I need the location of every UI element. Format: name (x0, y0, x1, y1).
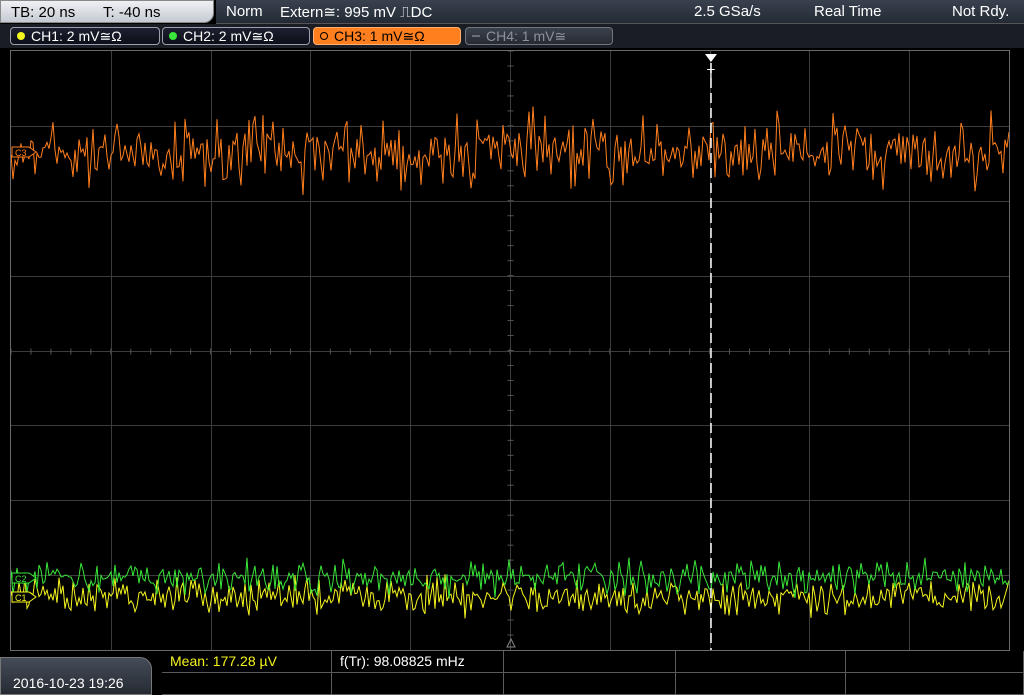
status-bar: TB: 20 ns T: -40 ns Norm Extern≅: 995 mV… (0, 0, 1024, 24)
ch1-marker[interactable]: C1 (11, 591, 37, 603)
ch3-marker[interactable]: C3 (11, 146, 37, 158)
bottom-bar: 2016-10-23 19:26 Mean: 177.28 µV f(Tr): … (0, 651, 1024, 695)
acquisition-status: Not Rdy. (952, 3, 1010, 20)
channel-tabs: CH1: 2 mV≅Ω CH2: 2 mV≅Ω CH3: 1 mV≅Ω CH4:… (0, 24, 1024, 48)
ch4-tab[interactable]: CH4: 1 mV≅ (465, 27, 613, 45)
measurement-table[interactable]: Mean: 177.28 µV f(Tr): 98.08825 mHz (162, 651, 1024, 695)
datetime: 2016-10-23 19:26 (13, 675, 124, 691)
ch3-tab[interactable]: CH3: 1 mV≅Ω (313, 27, 461, 45)
waveform-plot: T C3 C2 C1 (11, 51, 1009, 650)
mean-measurement: Mean: 177.28 µV (162, 651, 332, 673)
trigger-label: T (707, 66, 715, 81)
ch2-marker-label: C2 (15, 574, 27, 584)
trigger-mode: Norm (226, 3, 263, 20)
ch2-label: CH2: 2 mV≅Ω (183, 28, 274, 44)
measurement-slot-8 (504, 673, 676, 695)
measurement-slot-10 (846, 673, 1024, 695)
timebase-box[interactable]: TB: 20 ns T: -40 ns (0, 0, 214, 23)
ch3-marker-label: C3 (15, 148, 27, 158)
timebase-value: TB: 20 ns (11, 4, 76, 21)
frequency-measurement: f(Tr): 98.08825 mHz (332, 651, 504, 673)
ch1-tab[interactable]: CH1: 2 mV≅Ω (10, 27, 160, 45)
waveform-display[interactable]: T C3 C2 C1 (10, 50, 1010, 651)
ch1-marker-label: C1 (15, 593, 27, 603)
ch1-label: CH1: 2 mV≅Ω (31, 28, 122, 44)
datetime-box: 2016-10-23 19:26 (0, 657, 152, 695)
ch2-marker[interactable]: C2 (11, 572, 37, 584)
trigger-position-icon[interactable] (705, 54, 717, 62)
measurement-slot-9 (676, 673, 846, 695)
acquisition-bar[interactable]: Norm Extern≅: 995 mV ⎍DC 2.5 GSa/s Real … (216, 0, 1024, 24)
trigger-source: Extern≅: 995 mV ⎍DC (280, 4, 433, 21)
ch4-label: CH4: 1 mV≅ (486, 28, 567, 44)
measurement-slot-5 (846, 651, 1024, 673)
ch2-tab[interactable]: CH2: 2 mV≅Ω (162, 27, 310, 45)
ch2-dot-icon (169, 32, 177, 40)
ch4-dash-icon (472, 35, 480, 37)
acquisition-mode: Real Time (814, 3, 882, 20)
ch1-dot-icon (17, 32, 25, 40)
measurement-slot-4 (676, 651, 846, 673)
measurement-slot-3 (504, 651, 676, 673)
ch3-label: CH3: 1 mV≅Ω (334, 28, 425, 44)
graticule (11, 51, 1009, 650)
trigger-time-value: T: -40 ns (103, 4, 161, 21)
sample-rate: 2.5 GSa/s (694, 3, 761, 20)
measurement-slot-6 (162, 673, 332, 695)
measurement-slot-7 (332, 673, 504, 695)
ch3-dot-icon (320, 32, 328, 40)
